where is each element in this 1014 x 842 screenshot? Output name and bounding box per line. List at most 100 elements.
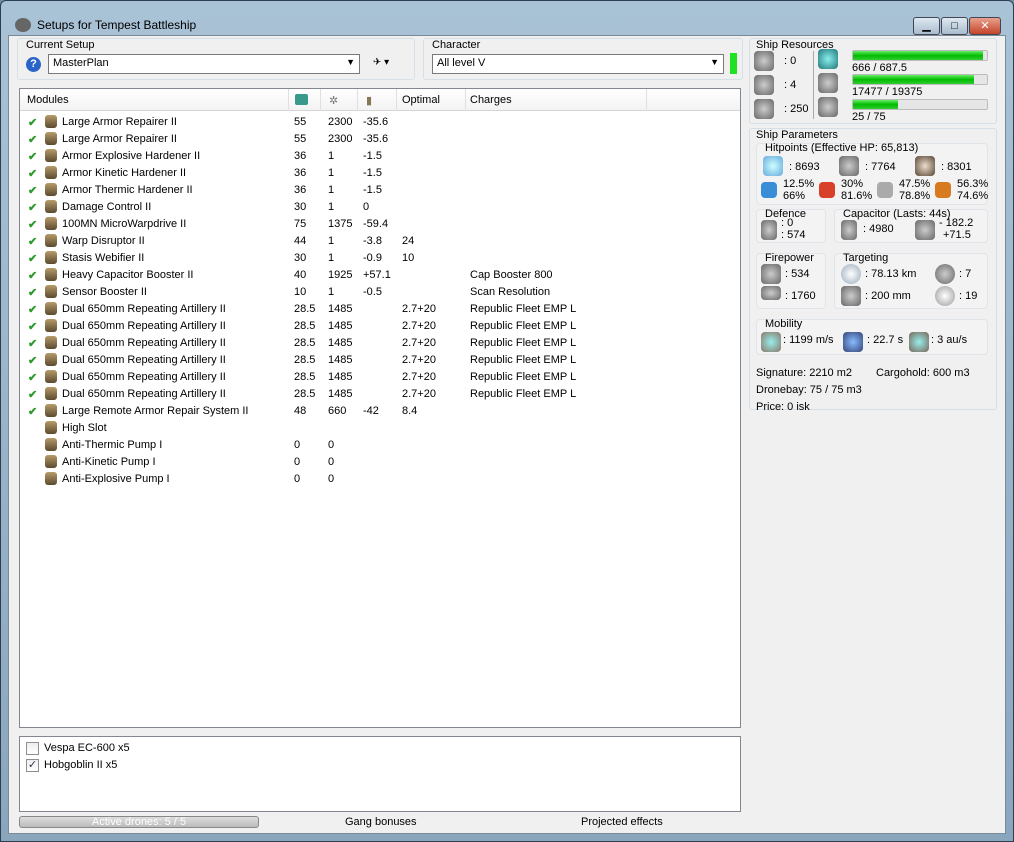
module-capacitor: -0.9 xyxy=(363,252,382,264)
close-button[interactable]: ✕ xyxy=(969,17,1001,35)
module-row[interactable]: Anti-Explosive Pump I 0 0 xyxy=(20,471,740,488)
active-check-icon[interactable]: ✔ xyxy=(28,320,37,333)
active-check-icon[interactable]: ✔ xyxy=(28,150,37,163)
module-cpu: 40 xyxy=(294,269,307,281)
module-powergrid: 1 xyxy=(328,286,335,298)
align-time-icon xyxy=(843,332,863,352)
active-check-icon[interactable]: ✔ xyxy=(28,354,37,367)
module-row[interactable]: Anti-Thermic Pump I 0 0 xyxy=(20,437,740,454)
defence-icon xyxy=(761,220,777,240)
powergrid-icon[interactable]: ✲ xyxy=(329,94,338,107)
module-cpu: 28.5 xyxy=(294,354,316,366)
drones-list[interactable]: Vespa EC-600 x5 ✓ Hobgoblin II x5 xyxy=(19,736,741,812)
module-cpu: 28.5 xyxy=(294,371,316,383)
module-powergrid: 1375 xyxy=(328,218,353,230)
calibration-icon xyxy=(754,99,774,119)
cpu-icon[interactable] xyxy=(295,94,308,105)
module-optimal: 8.4 xyxy=(402,405,418,417)
ship-parameters-group: Ship Parameters Hitpoints (Effective HP:… xyxy=(749,128,997,413)
max-targets-icon xyxy=(935,264,955,284)
drone-name: Hobgoblin II x5 xyxy=(44,759,118,771)
gang-bonuses-tab[interactable]: Gang bonuses xyxy=(345,816,417,828)
module-icon xyxy=(45,251,57,264)
module-row[interactable]: ✔ Damage Control II 30 1 0 xyxy=(20,199,740,216)
help-icon[interactable]: ? xyxy=(26,57,41,72)
setup-menu-button[interactable]: ✈ ▾ xyxy=(373,57,389,68)
module-capacitor: -42 xyxy=(363,405,379,417)
module-row[interactable]: ✔ Large Remote Armor Repair System II 48 66… xyxy=(20,403,740,420)
active-check-icon[interactable]: ✔ xyxy=(28,235,37,248)
module-cpu: 55 xyxy=(294,116,307,128)
active-check-icon[interactable]: ✔ xyxy=(28,269,37,282)
module-powergrid: 1485 xyxy=(328,320,353,332)
module-row[interactable]: ✔ Dual 650mm Repeating Artillery II 28.5 14… xyxy=(20,301,740,318)
character-select[interactable]: All level V ▼ xyxy=(432,54,724,74)
module-icon xyxy=(45,268,57,281)
thermal-shield-resist: 30% xyxy=(841,178,864,190)
drone-checkbox[interactable] xyxy=(26,742,39,755)
active-check-icon[interactable]: ✔ xyxy=(28,167,37,180)
module-icon xyxy=(45,200,57,213)
module-powergrid: 1485 xyxy=(328,371,353,383)
thermal-armor-resist: 81.6% xyxy=(841,190,873,202)
module-row[interactable]: ✔ Armor Kinetic Hardener II 36 1 -1.5 xyxy=(20,165,740,182)
modules-list[interactable]: Modules ✲ ▮ Optimal Charges ✔ Large Armor… xyxy=(19,88,741,728)
module-icon xyxy=(45,115,57,128)
module-row[interactable]: ✔ Dual 650mm Repeating Artillery II 28.5 14… xyxy=(20,352,740,369)
module-row[interactable]: ✔ Large Armor Repairer II 55 2300 -35.6 xyxy=(20,131,740,148)
module-row[interactable]: ✔ Heavy Capacitor Booster II 40 1925 +57.1 Ca… xyxy=(20,267,740,284)
max-targets: : 7 xyxy=(959,268,972,280)
module-row[interactable]: ✔ Warp Disruptor II 44 1 -3.8 24 xyxy=(20,233,740,250)
window-title: Setups for Tempest Battleship xyxy=(37,18,197,32)
module-row[interactable]: Anti-Kinetic Pump I 0 0 xyxy=(20,454,740,471)
module-row[interactable]: ✔ Large Armor Repairer II 55 2300 -35.6 xyxy=(20,114,740,131)
active-check-icon[interactable]: ✔ xyxy=(28,405,37,418)
module-optimal: 10 xyxy=(402,252,415,264)
setup-select[interactable]: MasterPlan ▼ xyxy=(48,54,360,74)
active-check-icon[interactable]: ✔ xyxy=(28,252,37,265)
module-row[interactable]: ✔ Dual 650mm Repeating Artillery II 28.5 14… xyxy=(20,386,740,403)
capacitor-icon[interactable]: ▮ xyxy=(366,94,372,107)
active-check-icon[interactable]: ✔ xyxy=(28,303,37,316)
module-cpu: 55 xyxy=(294,133,307,145)
active-check-icon[interactable]: ✔ xyxy=(28,371,37,384)
explosive-armor-resist: 74.6% xyxy=(957,190,989,202)
projected-effects-tab[interactable]: Projected effects xyxy=(581,816,663,828)
active-check-icon[interactable]: ✔ xyxy=(28,337,37,350)
module-cpu: 44 xyxy=(294,235,307,247)
module-row[interactable]: ✔ Sensor Booster II 10 1 -0.5 Scan Resolution xyxy=(20,284,740,301)
active-check-icon[interactable]: ✔ xyxy=(28,218,37,231)
module-row[interactable]: ✔ Armor Thermic Hardener II 36 1 -1.5 xyxy=(20,182,740,199)
module-row[interactable]: ✔ 100MN MicroWarpdrive II 75 1375 -59.4 xyxy=(20,216,740,233)
drone-row[interactable]: Vespa EC-600 x5 xyxy=(20,740,740,757)
module-powergrid: 1485 xyxy=(328,337,353,349)
module-row[interactable]: High Slot xyxy=(20,420,740,437)
active-check-icon[interactable]: ✔ xyxy=(28,388,37,401)
module-row[interactable]: ✔ Dual 650mm Repeating Artillery II 28.5 14… xyxy=(20,369,740,386)
module-cpu: 36 xyxy=(294,184,307,196)
maximize-button[interactable]: □ xyxy=(941,17,968,35)
drone-checkbox[interactable]: ✓ xyxy=(26,759,39,772)
module-name: Anti-Kinetic Pump I xyxy=(62,456,156,468)
module-name: Damage Control II xyxy=(62,201,152,213)
module-capacitor: -59.4 xyxy=(363,218,389,230)
kinetic-resist-icon xyxy=(877,182,893,198)
active-check-icon[interactable]: ✔ xyxy=(28,201,37,214)
module-cpu: 30 xyxy=(294,201,307,213)
column-modules[interactable]: Modules xyxy=(27,94,69,106)
targeting-range-icon xyxy=(841,264,861,284)
column-optimal[interactable]: Optimal xyxy=(402,94,440,106)
active-check-icon[interactable]: ✔ xyxy=(28,286,37,299)
active-check-icon[interactable]: ✔ xyxy=(28,133,37,146)
drone-row[interactable]: ✓ Hobgoblin II x5 xyxy=(20,757,740,774)
module-powergrid: 2300 xyxy=(328,133,353,145)
active-check-icon[interactable]: ✔ xyxy=(28,184,37,197)
module-row[interactable]: ✔ Stasis Webifier II 30 1 -0.9 10 xyxy=(20,250,740,267)
active-check-icon[interactable]: ✔ xyxy=(28,116,37,129)
module-row[interactable]: ✔ Armor Explosive Hardener II 36 1 -1.5 xyxy=(20,148,740,165)
module-powergrid: 1 xyxy=(328,150,335,162)
module-row[interactable]: ✔ Dual 650mm Repeating Artillery II 28.5 14… xyxy=(20,318,740,335)
column-charges[interactable]: Charges xyxy=(470,94,512,106)
minimize-button[interactable]: ▁ xyxy=(913,17,940,35)
module-row[interactable]: ✔ Dual 650mm Repeating Artillery II 28.5 14… xyxy=(20,335,740,352)
